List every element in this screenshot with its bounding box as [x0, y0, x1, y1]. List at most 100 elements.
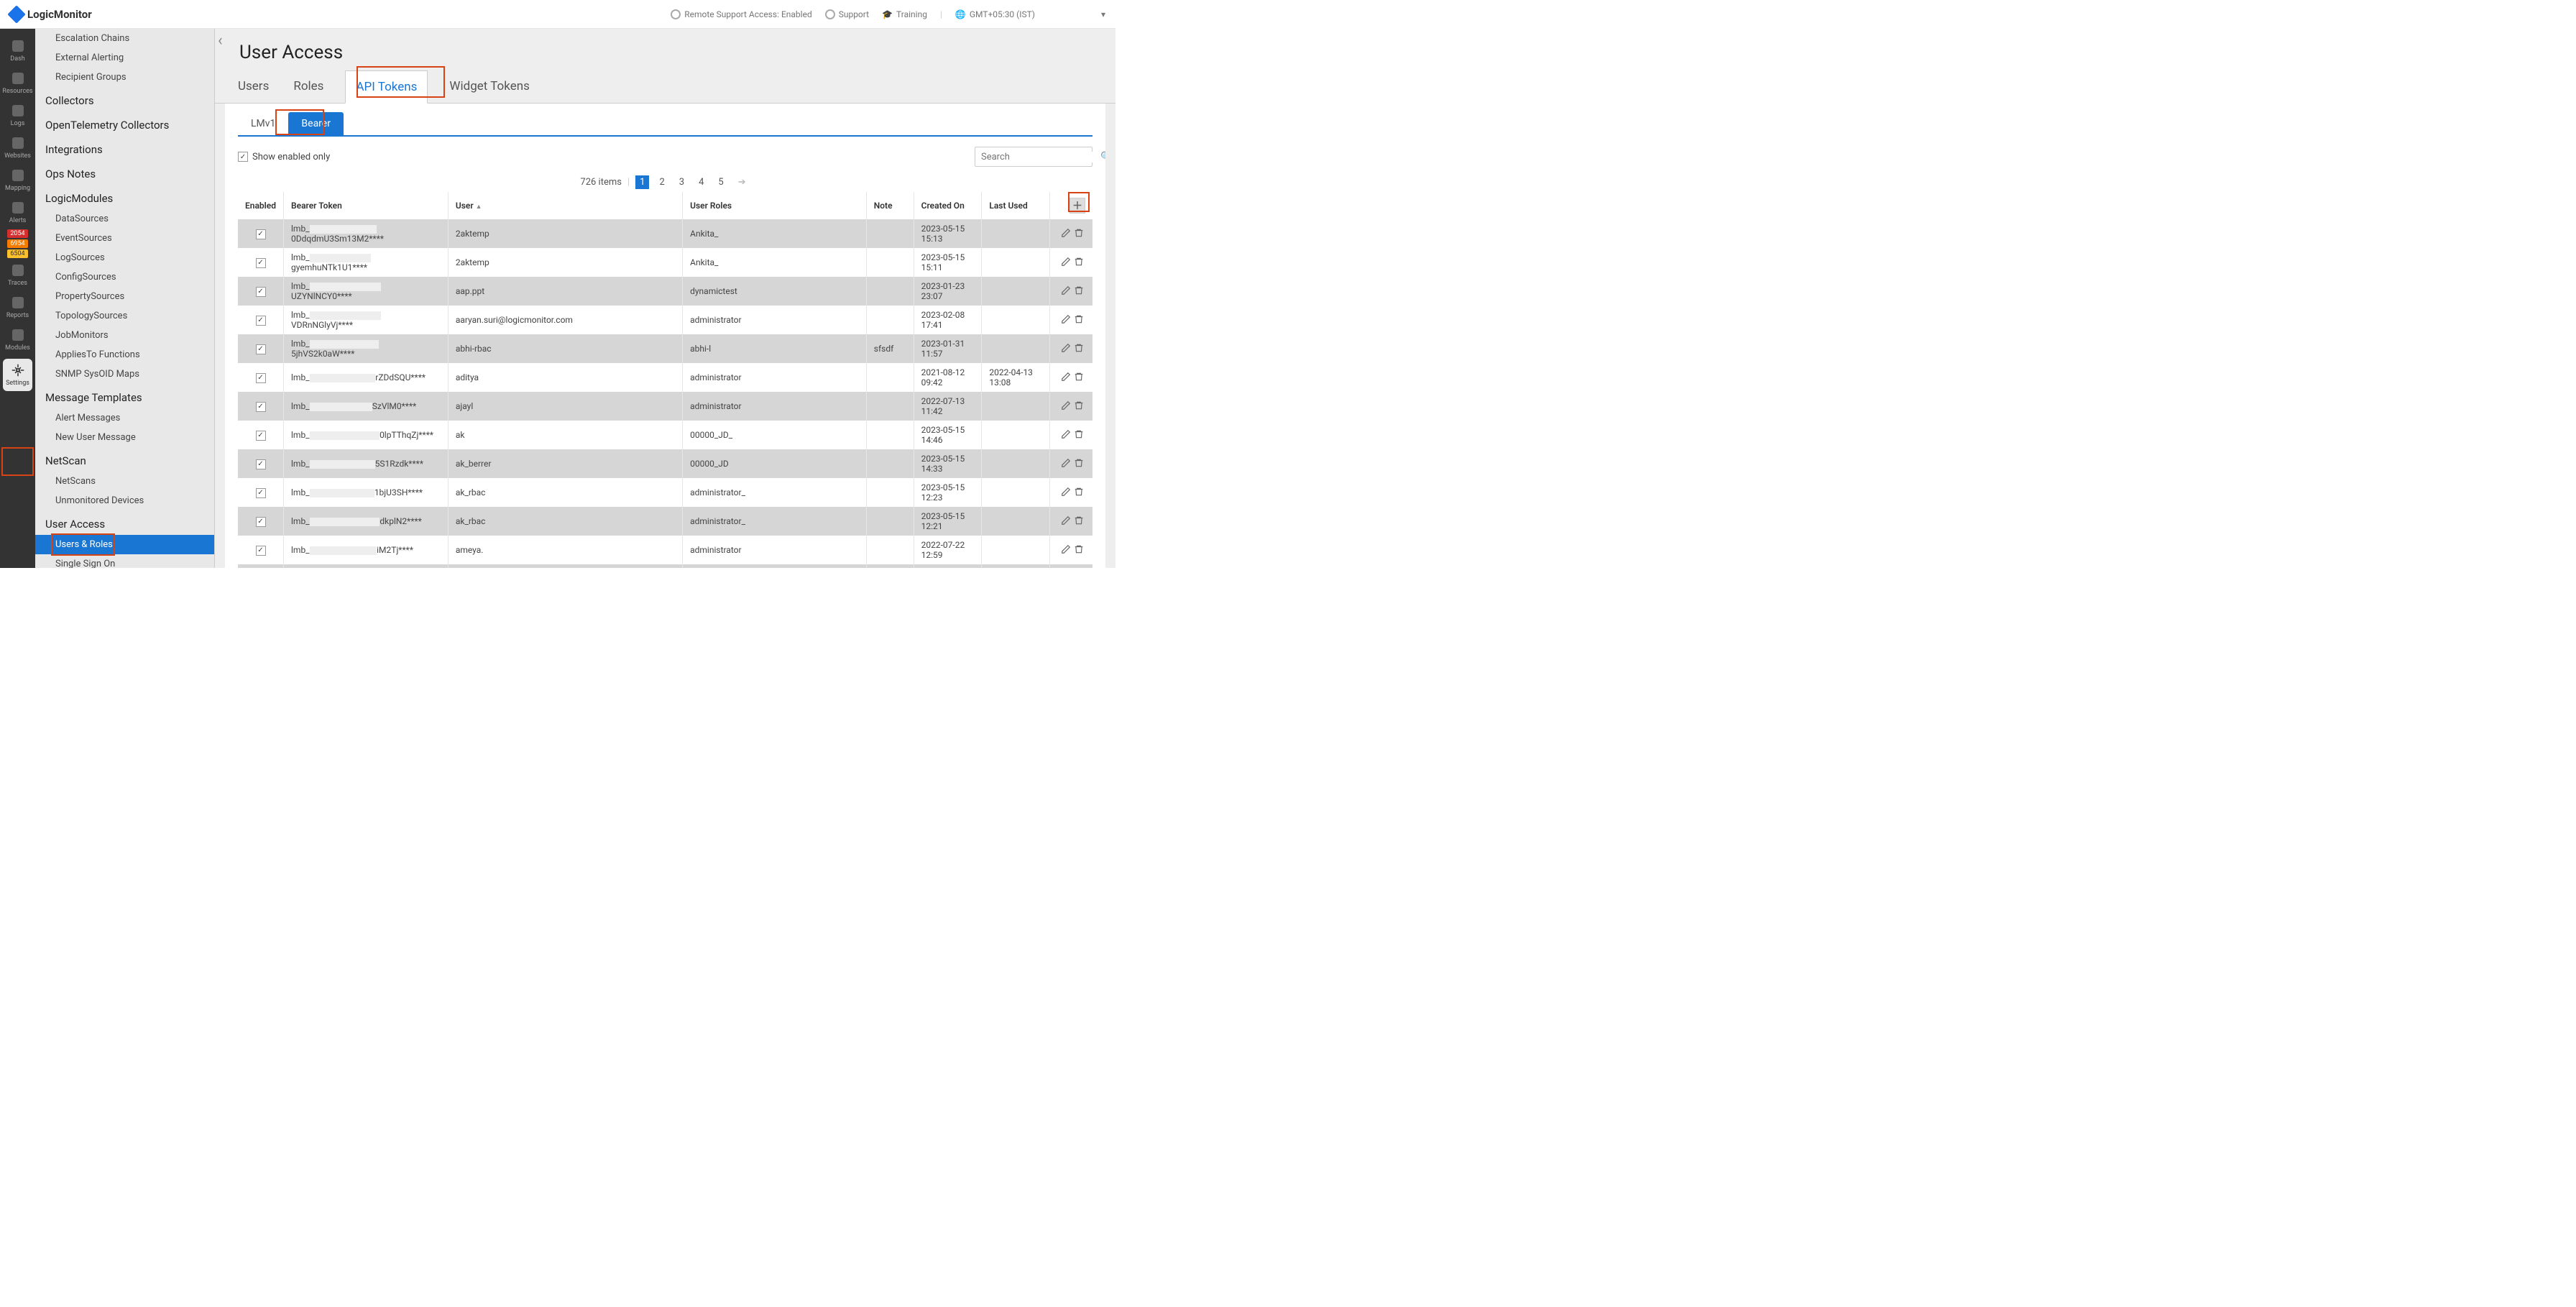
sidebar-item-topologysources[interactable]: TopologySources [35, 306, 214, 326]
edit-icon[interactable] [1061, 487, 1071, 497]
sidebar-item-datasources[interactable]: DataSources [35, 209, 214, 229]
edit-icon[interactable] [1061, 429, 1071, 439]
col-last-used[interactable]: Last Used [982, 192, 1049, 219]
tab-users[interactable]: Users [235, 70, 272, 103]
edit-icon[interactable] [1061, 515, 1071, 526]
enabled-checkbox[interactable]: ✓ [256, 229, 266, 239]
subtab-bearer[interactable]: Bearer [288, 112, 344, 135]
tab-widget-tokens[interactable]: Widget Tokens [446, 70, 532, 103]
nav-resources[interactable]: Resources [0, 67, 35, 99]
enabled-checkbox[interactable]: ✓ [256, 287, 266, 297]
delete-icon[interactable] [1074, 544, 1084, 554]
nav-logs[interactable]: Logs [0, 99, 35, 132]
col-bearer-token[interactable]: Bearer Token [284, 192, 448, 219]
nav-settings[interactable]: Settings [3, 359, 32, 391]
delete-icon[interactable] [1074, 257, 1084, 267]
nav-mapping[interactable]: Mapping [0, 164, 35, 196]
brand-logo[interactable]: LogicMonitor [10, 8, 92, 21]
page-1[interactable]: 1 [635, 175, 649, 189]
add-token-button[interactable]: ＋ [1070, 198, 1085, 214]
tab-roles[interactable]: Roles [290, 70, 326, 103]
edit-icon[interactable] [1061, 285, 1071, 295]
sidebar-item-propertysources[interactable]: PropertySources [35, 287, 214, 306]
sidebar-header[interactable]: Collectors [35, 87, 214, 111]
sidebar-item-jobmonitors[interactable]: JobMonitors [35, 326, 214, 345]
sidebar-item-eventsources[interactable]: EventSources [35, 229, 214, 248]
delete-icon[interactable] [1074, 458, 1084, 468]
subtab-lmv1[interactable]: LMv1 [238, 112, 288, 135]
sidebar-item-netscans[interactable]: NetScans [35, 472, 214, 491]
edit-icon[interactable] [1061, 544, 1071, 554]
nav-dash[interactable]: Dash [0, 35, 35, 67]
sidebar-header[interactable]: OpenTelemetry Collectors [35, 111, 214, 136]
enabled-checkbox[interactable]: ✓ [256, 344, 266, 354]
enabled-checkbox[interactable]: ✓ [256, 488, 266, 498]
col-user[interactable]: User▲ [448, 192, 682, 219]
edit-icon[interactable] [1061, 400, 1071, 411]
edit-icon[interactable] [1061, 372, 1071, 382]
remote-support-toggle[interactable]: Remote Support Access: Enabled [671, 9, 812, 19]
enabled-checkbox[interactable]: ✓ [256, 402, 266, 412]
sidebar-item-configsources[interactable]: ConfigSources [35, 267, 214, 287]
delete-icon[interactable] [1074, 228, 1084, 238]
show-enabled-only-toggle[interactable]: ✓ Show enabled only [238, 152, 330, 162]
delete-icon[interactable] [1074, 400, 1084, 411]
sidebar-item-logsources[interactable]: LogSources [35, 248, 214, 267]
support-link[interactable]: Support [825, 9, 869, 19]
timezone-selector[interactable]: 🌐GMT+05:30 (IST) [955, 9, 1035, 19]
collapse-sidebar-handle[interactable]: ‹ [218, 32, 223, 50]
sidebar-item-new-user-message[interactable]: New User Message [35, 428, 214, 447]
sidebar-item-snmp-sysoid-maps[interactable]: SNMP SysOID Maps [35, 364, 214, 384]
sidebar-item-unmonitored-devices[interactable]: Unmonitored Devices [35, 491, 214, 510]
sidebar-item-recipient-groups[interactable]: Recipient Groups [35, 68, 214, 87]
page-4[interactable]: 4 [694, 175, 708, 189]
account-menu[interactable]: ▾ [1048, 9, 1105, 19]
enabled-checkbox[interactable]: ✓ [256, 258, 266, 268]
edit-icon[interactable] [1061, 458, 1071, 468]
delete-icon[interactable] [1074, 487, 1084, 497]
nav-websites[interactable]: Websites [0, 132, 35, 164]
nav-traces[interactable]: Traces [0, 259, 35, 291]
delete-icon[interactable] [1074, 343, 1084, 353]
page-5[interactable]: 5 [714, 175, 727, 189]
col-user-roles[interactable]: User Roles [683, 192, 867, 219]
enabled-checkbox[interactable]: ✓ [256, 316, 266, 326]
page-2[interactable]: 2 [655, 175, 668, 189]
sidebar-item-appliesto-functions[interactable]: AppliesTo Functions [35, 345, 214, 364]
enabled-checkbox[interactable]: ✓ [256, 546, 266, 556]
nav-alerts[interactable]: Alerts [0, 196, 35, 229]
sidebar-header[interactable]: LogicModules [35, 185, 214, 209]
sidebar-header[interactable]: Integrations [35, 136, 214, 160]
delete-icon[interactable] [1074, 429, 1084, 439]
sidebar-header[interactable]: Message Templates [35, 384, 214, 408]
search-input-wrap[interactable]: 🔍 [975, 147, 1092, 167]
enabled-checkbox[interactable]: ✓ [256, 373, 266, 383]
col-created-on[interactable]: Created On [914, 192, 982, 219]
training-link[interactable]: 🎓Training [882, 9, 927, 19]
delete-icon[interactable] [1074, 515, 1084, 526]
edit-icon[interactable] [1061, 343, 1071, 353]
sidebar-header[interactable]: User Access [35, 510, 214, 535]
tab-api-tokens[interactable]: API Tokens [345, 70, 428, 104]
sidebar-header[interactable]: NetScan [35, 447, 214, 472]
sidebar-item-single-sign-on[interactable]: Single Sign On [35, 554, 214, 568]
sidebar-item-users-roles[interactable]: Users & Roles [35, 535, 214, 554]
sidebar-item-alert-messages[interactable]: Alert Messages [35, 408, 214, 428]
edit-icon[interactable] [1061, 228, 1071, 238]
nav-modules[interactable]: Modules [0, 324, 35, 356]
delete-icon[interactable] [1074, 372, 1084, 382]
enabled-checkbox[interactable]: ✓ [256, 517, 266, 527]
nav-reports[interactable]: Reports [0, 291, 35, 324]
enabled-checkbox[interactable]: ✓ [256, 459, 266, 469]
col-note[interactable]: Note [866, 192, 914, 219]
delete-icon[interactable] [1074, 314, 1084, 324]
search-input[interactable] [981, 152, 1100, 162]
sidebar-item-escalation-chains[interactable]: Escalation Chains [35, 29, 214, 48]
edit-icon[interactable] [1061, 257, 1071, 267]
sidebar-item-external-alerting[interactable]: External Alerting [35, 48, 214, 68]
col-enabled[interactable]: Enabled [238, 192, 284, 219]
sidebar-header[interactable]: Ops Notes [35, 160, 214, 185]
edit-icon[interactable] [1061, 314, 1071, 324]
page-3[interactable]: 3 [675, 175, 689, 189]
enabled-checkbox[interactable]: ✓ [256, 431, 266, 441]
